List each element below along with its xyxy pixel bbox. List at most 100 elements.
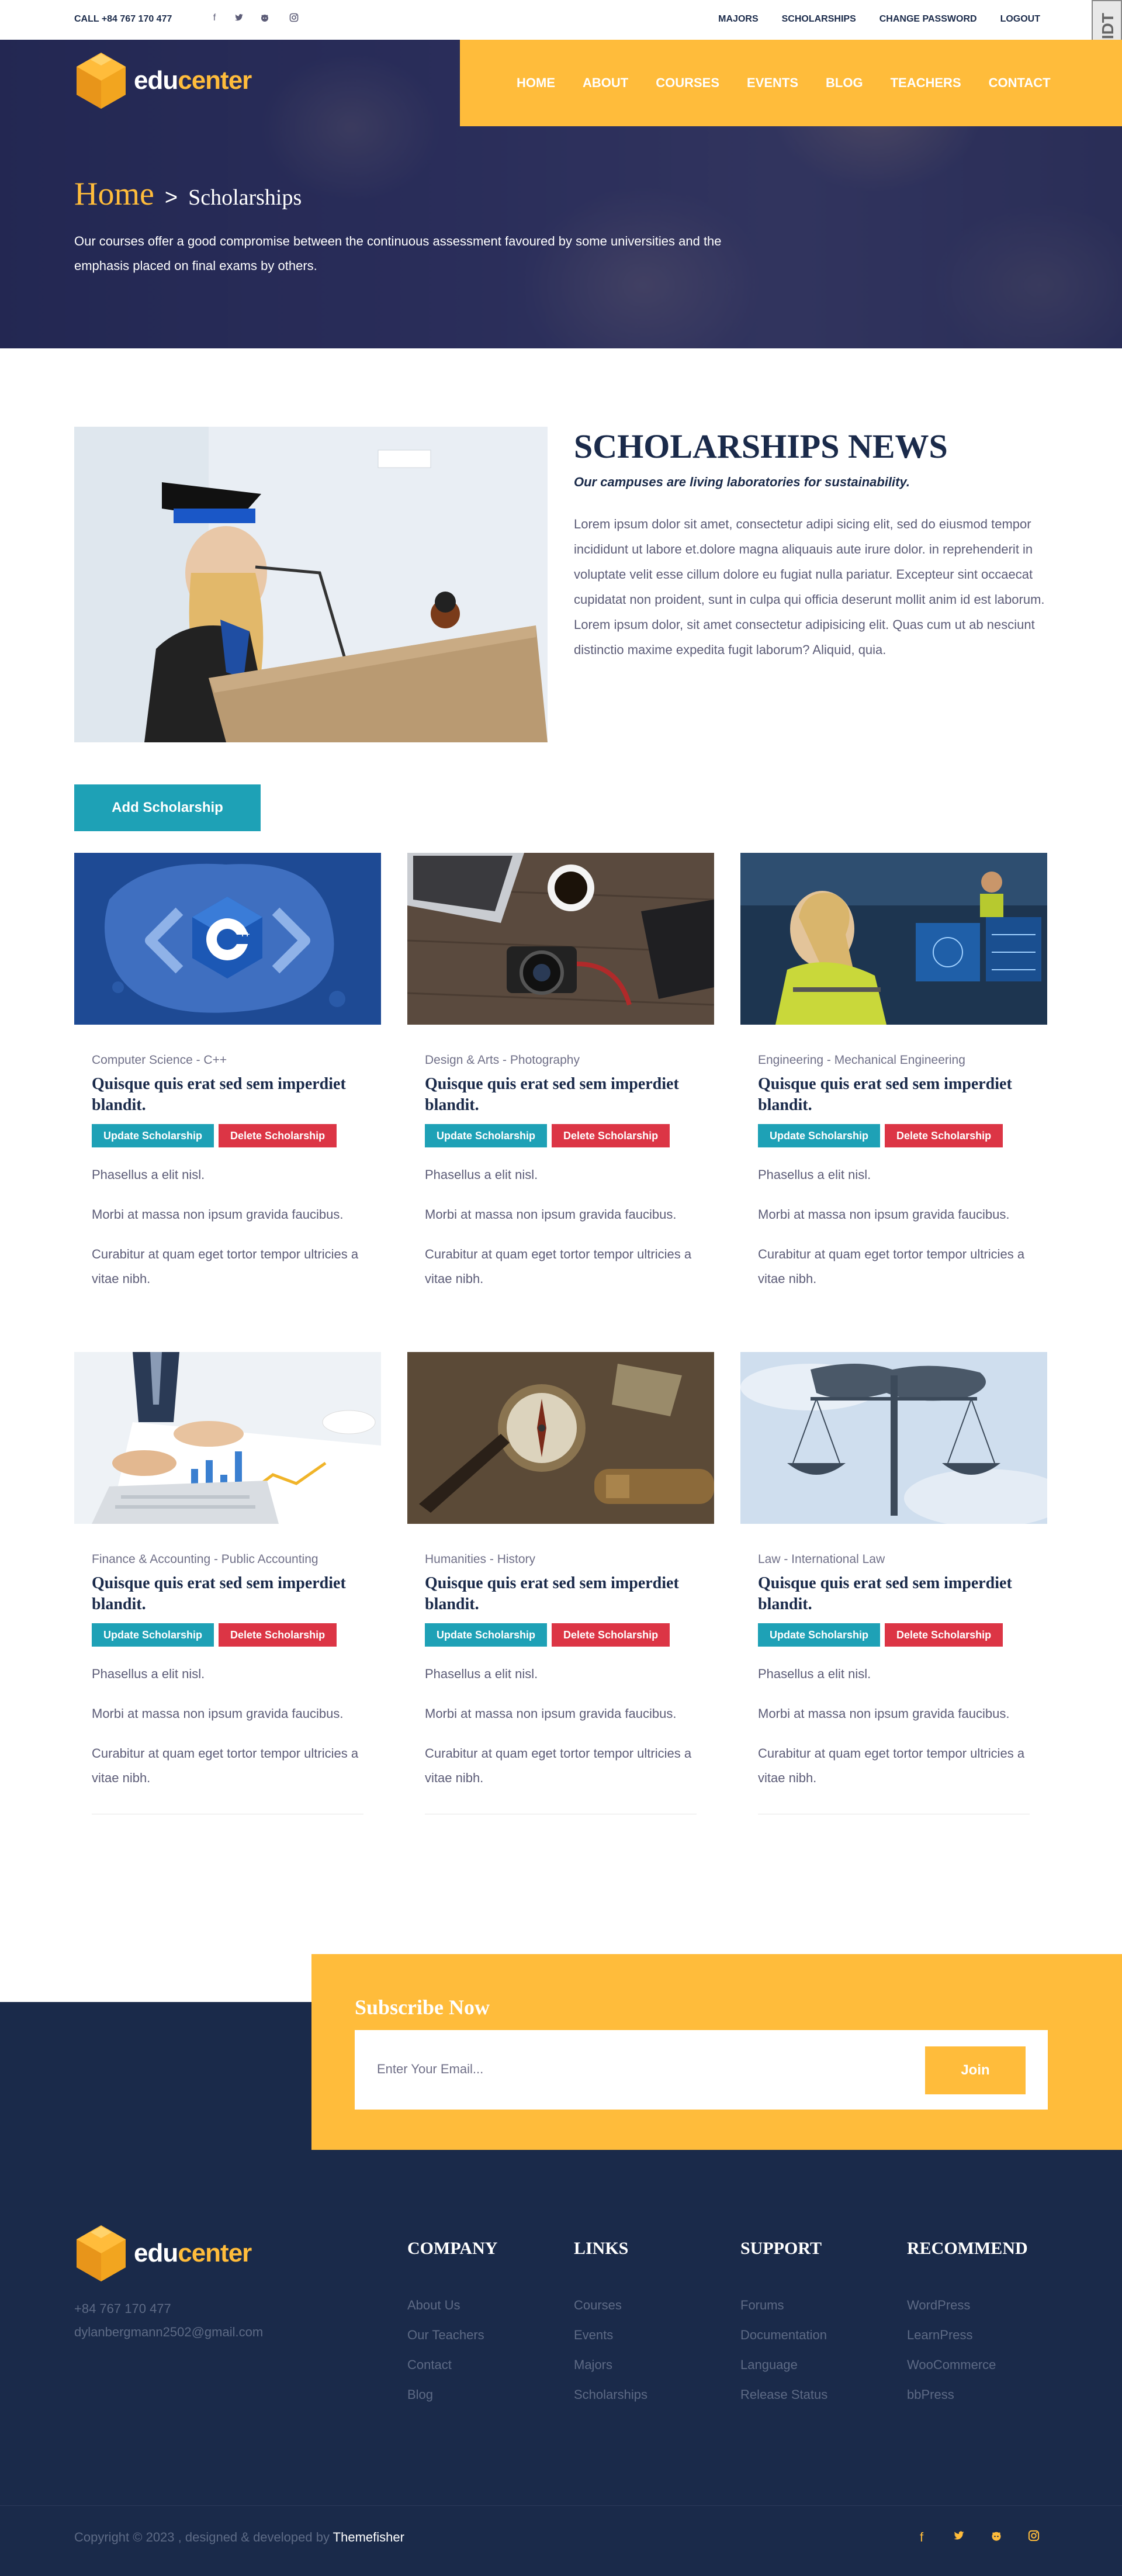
card-title[interactable]: Quisque quis erat sed sem imperdiet blan… — [92, 1573, 363, 1615]
footer-divider — [0, 2505, 1122, 2506]
card-title[interactable]: Quisque quis erat sed sem imperdiet blan… — [425, 1074, 697, 1116]
call-text: CALL +84 767 170 477 — [74, 14, 172, 24]
card-line-2: Morbi at massa non ipsum gravida faucibu… — [92, 1207, 344, 1222]
footer-email[interactable]: dylanbergmann2502@gmail.com — [74, 2321, 263, 2344]
footer-link[interactable]: About Us — [407, 2290, 497, 2320]
logo-icon — [74, 51, 128, 110]
footer-column-title: LINKS — [574, 2239, 629, 2258]
footer-column-company: COMPANY About Us Our Teachers Contact Bl… — [407, 2239, 497, 2409]
card-line-3: Curabitur at quam eget tortor tempor ult… — [92, 1247, 359, 1286]
footer-link[interactable]: Documentation — [740, 2320, 827, 2350]
facebook-icon[interactable]: f — [914, 2530, 929, 2545]
card-image-engineering — [740, 853, 1047, 1025]
top-bar: CALL +84 767 170 477 f MAJORS SCHOLARSHI… — [0, 0, 1122, 61]
footer-link[interactable]: WordPress — [907, 2290, 1028, 2320]
card-title[interactable]: Quisque quis erat sed sem imperdiet blan… — [758, 1074, 1030, 1116]
instagram-icon[interactable] — [1026, 2530, 1041, 2545]
card-title[interactable]: Quisque quis erat sed sem imperdiet blan… — [92, 1074, 363, 1116]
delete-scholarship-button[interactable]: Delete Scholarship — [885, 1124, 1003, 1147]
footer-link[interactable]: Blog — [407, 2380, 497, 2409]
subscribe-form: Enter Your Email... Join — [355, 2030, 1048, 2110]
logo-text-center: center — [178, 66, 252, 95]
card-line-1: Phasellus a elit nisl. — [425, 1167, 538, 1182]
update-scholarship-button[interactable]: Update Scholarship — [758, 1623, 881, 1647]
delete-scholarship-button[interactable]: Delete Scholarship — [552, 1623, 670, 1647]
update-scholarship-button[interactable]: Update Scholarship — [425, 1623, 548, 1647]
scholarship-card: ++ Computer Science - C++ Quisque quis e… — [74, 853, 381, 1291]
card-category: Humanities - History — [425, 1552, 536, 1566]
footer-link[interactable]: WooCommerce — [907, 2350, 1028, 2380]
nav-teachers[interactable]: TEACHERS — [891, 75, 961, 91]
scholarship-card: Design & Arts - Photography Quisque quis… — [407, 853, 714, 1291]
card-line-3: Curabitur at quam eget tortor tempor ult… — [425, 1247, 692, 1286]
footer-link[interactable]: Our Teachers — [407, 2320, 497, 2350]
card-category: Finance & Accounting - Public Accounting — [92, 1552, 318, 1566]
footer-link[interactable]: bbPress — [907, 2380, 1028, 2409]
card-line-3: Curabitur at quam eget tortor tempor ult… — [425, 1746, 692, 1785]
delete-scholarship-button[interactable]: Delete Scholarship — [885, 1623, 1003, 1647]
nav-home[interactable]: HOME — [517, 75, 555, 91]
footer-column-links: LINKS Courses Events Majors Scholarships — [574, 2239, 647, 2409]
footer-column-title: COMPANY — [407, 2239, 498, 2258]
footer-link[interactable]: Events — [574, 2320, 647, 2350]
card-line-2: Morbi at massa non ipsum gravida faucibu… — [758, 1706, 1010, 1721]
nav-courses[interactable]: COURSES — [656, 75, 719, 91]
nav-blog[interactable]: BLOG — [826, 75, 863, 91]
nav-contact[interactable]: CONTACT — [989, 75, 1051, 91]
subscribe-title: Subscribe Now — [355, 1996, 490, 2019]
github-icon[interactable] — [989, 2530, 1004, 2545]
footer-link[interactable]: Language — [740, 2350, 827, 2380]
instagram-icon[interactable] — [289, 13, 299, 23]
card-title[interactable]: Quisque quis erat sed sem imperdiet blan… — [758, 1573, 1030, 1615]
footer-phone[interactable]: +84 767 170 477 — [74, 2297, 263, 2321]
footer-link[interactable]: Majors — [574, 2350, 647, 2380]
update-scholarship-button[interactable]: Update Scholarship — [92, 1124, 214, 1147]
top-link-scholarships[interactable]: SCHOLARSHIPS — [782, 14, 856, 25]
card-image-photography — [407, 853, 714, 1025]
twitter-icon[interactable] — [951, 2530, 967, 2545]
card-line-3: Curabitur at quam eget tortor tempor ult… — [92, 1746, 359, 1785]
nav-events[interactable]: EVENTS — [747, 75, 798, 91]
nav-about[interactable]: ABOUT — [583, 75, 628, 91]
update-scholarship-button[interactable]: Update Scholarship — [758, 1124, 881, 1147]
footer-link[interactable]: Contact — [407, 2350, 497, 2380]
update-scholarship-button[interactable]: Update Scholarship — [92, 1623, 214, 1647]
footer-link[interactable]: Courses — [574, 2290, 647, 2320]
footer-link[interactable]: Release Status — [740, 2380, 827, 2409]
breadcrumb-current: Scholarships — [188, 185, 302, 210]
card-line-2: Morbi at massa non ipsum gravida faucibu… — [92, 1706, 344, 1721]
delete-scholarship-button[interactable]: Delete Scholarship — [219, 1623, 337, 1647]
logo-icon — [74, 2224, 128, 2283]
logo-text-edu: edu — [134, 2239, 178, 2267]
join-button[interactable]: Join — [925, 2046, 1026, 2094]
copyright-brand-link[interactable]: Themefisher — [333, 2530, 404, 2544]
graduate-photo — [74, 427, 548, 742]
scholarship-card: Law - International Law Quisque quis era… — [740, 1352, 1047, 1814]
update-scholarship-button[interactable]: Update Scholarship — [425, 1124, 548, 1147]
top-link-change-password[interactable]: CHANGE PASSWORD — [879, 14, 977, 25]
breadcrumb-home[interactable]: Home — [74, 175, 154, 213]
footer-link[interactable]: LearnPress — [907, 2320, 1028, 2350]
email-input[interactable]: Enter Your Email... — [377, 2062, 483, 2077]
twitter-icon[interactable] — [234, 13, 244, 23]
top-link-logout[interactable]: LOGOUT — [1000, 14, 1040, 25]
card-category: Law - International Law — [758, 1552, 885, 1566]
delete-scholarship-button[interactable]: Delete Scholarship — [219, 1124, 337, 1147]
copyright: Copyright © 2023 , designed & developed … — [74, 2530, 404, 2545]
top-link-majors[interactable]: MAJORS — [718, 14, 758, 25]
facebook-icon[interactable]: f — [209, 13, 220, 23]
section-body: Lorem ipsum dolor sit amet, consectetur … — [574, 517, 1045, 657]
footer-link[interactable]: Forums — [740, 2290, 827, 2320]
footer-logo[interactable]: educenter — [74, 2224, 252, 2283]
delete-scholarship-button[interactable]: Delete Scholarship — [552, 1124, 670, 1147]
card-line-3: Curabitur at quam eget tortor tempor ult… — [758, 1746, 1025, 1785]
github-icon[interactable] — [259, 13, 270, 23]
card-image-cpp: ++ — [74, 853, 381, 1025]
footer-link[interactable]: Scholarships — [574, 2380, 647, 2409]
card-title[interactable]: Quisque quis erat sed sem imperdiet blan… — [425, 1573, 697, 1615]
add-scholarship-button[interactable]: Add Scholarship — [74, 784, 261, 831]
card-image-law — [740, 1352, 1047, 1524]
card-image-history — [407, 1352, 714, 1524]
site-logo[interactable]: educenter — [74, 51, 252, 110]
breadcrumb-separator: > — [164, 185, 178, 210]
